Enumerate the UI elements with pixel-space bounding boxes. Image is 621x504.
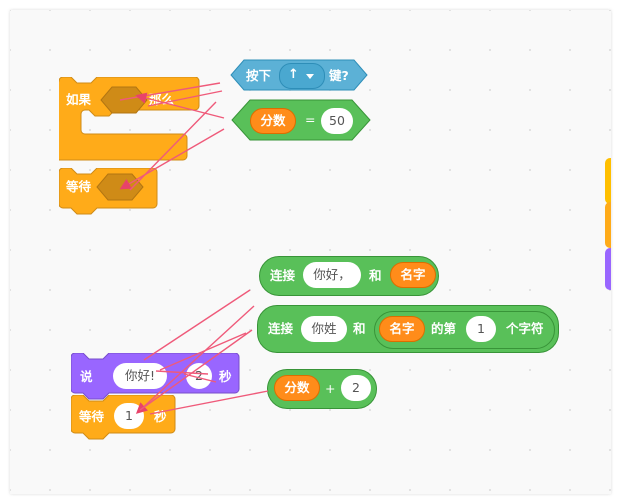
drag-connector-lines — [119, 82, 269, 415]
code-area[interactable]: 如果 那么 等待 按下 ↑ 键? 分数 = 50 连接 你好， 和 名字 连接 … — [10, 10, 611, 494]
